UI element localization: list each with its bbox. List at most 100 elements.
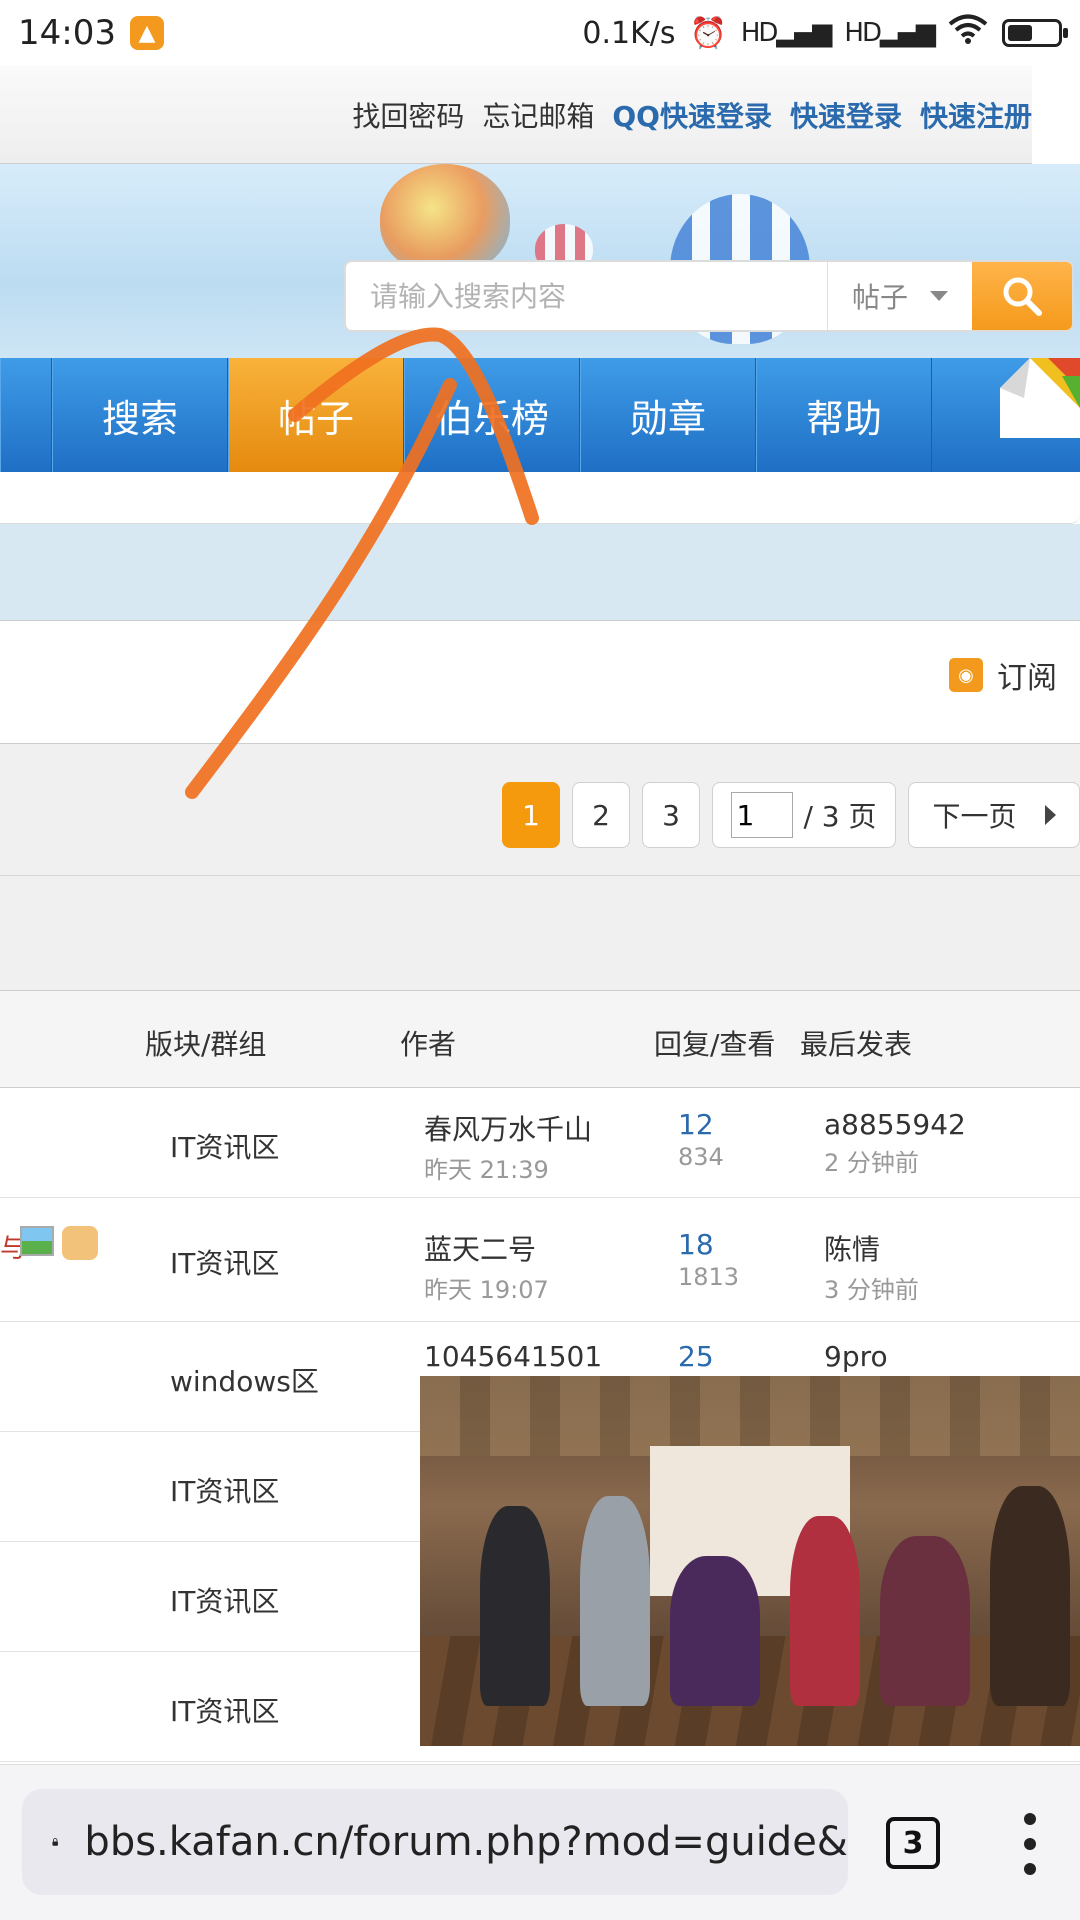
stats-cell: 18 1813: [678, 1228, 739, 1291]
signal-icon-1: HD▂▄▆: [740, 18, 833, 48]
lock-icon: [52, 1838, 58, 1846]
page-jump-input[interactable]: [731, 792, 794, 838]
author-cell: 蓝天二号昨天 19:07: [424, 1228, 549, 1305]
page-total: / 3 页: [803, 800, 877, 833]
last-post-cell: 陈情 3 分钟前: [824, 1228, 919, 1305]
dot-icon: [1024, 1863, 1036, 1875]
search-icon: [1003, 277, 1042, 316]
main-nav: 搜索 帖子 伯乐榜 勋章 帮助: [0, 358, 1080, 472]
more-menu-button[interactable]: [1014, 1813, 1046, 1875]
video-figure: [480, 1506, 550, 1706]
view-count: 834: [678, 1143, 724, 1171]
page-curl-icon[interactable]: [1000, 358, 1080, 438]
battery-icon: [1002, 19, 1068, 47]
reply-count[interactable]: 18: [678, 1228, 714, 1261]
reply-count[interactable]: 12: [678, 1108, 714, 1141]
nav-item-bole-rank[interactable]: 伯乐榜: [404, 358, 580, 472]
subscribe-link[interactable]: ◉ 订阅: [949, 653, 1057, 697]
thumbs-up-icon: [62, 1226, 98, 1260]
author-link[interactable]: 蓝天二号: [424, 1233, 536, 1266]
author-time: 昨天 19:07: [424, 1276, 549, 1304]
reply-count[interactable]: 25: [678, 1340, 714, 1373]
last-post-user[interactable]: 9pro: [824, 1340, 888, 1373]
network-speed: 0.1K/s: [582, 15, 676, 51]
forgot-email-link[interactable]: 忘记邮箱: [482, 95, 594, 135]
recover-password-link[interactable]: 找回密码: [352, 95, 464, 135]
nav-item-medals[interactable]: 勋章: [580, 358, 756, 472]
last-post-time[interactable]: 2 分钟前: [824, 1143, 966, 1178]
column-header-stats: 回复/查看: [654, 1028, 776, 1061]
page-1-button[interactable]: 1: [502, 782, 560, 848]
floating-video-player[interactable]: [420, 1376, 1080, 1746]
video-frame-canopy: [420, 1376, 1080, 1456]
forum-link[interactable]: IT资讯区: [170, 1580, 279, 1620]
address-bar[interactable]: bbs.kafan.cn/forum.php?mod=guide&: [22, 1789, 848, 1895]
nav-item-help[interactable]: 帮助: [756, 358, 932, 472]
search-box: 帖子: [344, 260, 1074, 332]
search-type-select[interactable]: 帖子: [827, 262, 972, 330]
status-bar: 14:03 ▲ 0.1K/s ⏰ HD▂▄▆ HD▂▄▆: [0, 0, 1080, 66]
search-type-value: 帖子: [851, 281, 908, 314]
video-figure: [880, 1536, 970, 1706]
status-indicators: 0.1K/s ⏰ HD▂▄▆ HD▂▄▆: [582, 13, 1068, 53]
rss-icon: ◉: [949, 658, 983, 692]
chevron-right-icon: [1044, 805, 1056, 825]
next-page-label: 下一页: [932, 800, 1017, 833]
quick-register-link[interactable]: 快速注册: [920, 95, 1032, 135]
author-link[interactable]: 春风万水千山: [424, 1113, 592, 1146]
quick-login-link[interactable]: 快速登录: [790, 95, 902, 135]
page-2-button[interactable]: 2: [572, 782, 630, 848]
page-3-button[interactable]: 3: [642, 782, 700, 848]
pagination-area: 1 2 3 / 3 页 下一页: [0, 744, 1080, 876]
nav-item-partial[interactable]: [0, 358, 52, 472]
search-input[interactable]: [346, 262, 827, 330]
page-jump: / 3 页: [712, 782, 896, 848]
video-figure: [990, 1486, 1070, 1706]
pagination: 1 2 3 / 3 页 下一页: [502, 782, 1080, 848]
video-figure: [790, 1516, 860, 1706]
battery-level: [1008, 25, 1033, 41]
dot-icon: [1024, 1813, 1036, 1825]
thread-attachment-icons: [20, 1226, 98, 1260]
stats-cell: 12 834: [678, 1108, 724, 1171]
forum-link[interactable]: IT资讯区: [170, 1126, 279, 1166]
dot-icon: [1024, 1838, 1036, 1850]
video-figure: [670, 1556, 760, 1706]
table-header: 版块/群组 作者 回复/查看 最后发表: [0, 990, 1080, 1088]
wifi-icon: [948, 13, 988, 53]
forum-link[interactable]: IT资讯区: [170, 1470, 279, 1510]
nav-subbar: [0, 472, 1080, 524]
author-cell: 春风万水千山昨天 21:39: [424, 1108, 592, 1185]
last-post-user[interactable]: 陈情: [824, 1233, 880, 1266]
tab-switcher-button[interactable]: 3: [886, 1817, 940, 1869]
forum-link[interactable]: IT资讯区: [170, 1242, 279, 1282]
subscribe-label: 订阅: [997, 661, 1057, 696]
column-header-author: 作者: [400, 1028, 457, 1061]
nav-item-search[interactable]: 搜索: [52, 358, 228, 472]
qq-login-link[interactable]: QQ快速登录: [612, 95, 772, 135]
last-post-time[interactable]: 3 分钟前: [824, 1270, 919, 1305]
url-text: bbs.kafan.cn/forum.php?mod=guide&: [84, 1819, 848, 1865]
author-link[interactable]: 1045641501: [424, 1340, 602, 1373]
table-toolbar-area: [0, 876, 1080, 990]
table-row[interactable]: IT资讯区 春风万水千山昨天 21:39 12 834 a8855942 2 分钟前: [0, 1088, 1080, 1198]
column-header-last: 最后发表: [800, 1028, 913, 1061]
vlc-cone-icon: ▲: [129, 16, 164, 50]
signal-icon-2: HD▂▄▆: [844, 18, 936, 48]
forum-link[interactable]: IT资讯区: [170, 1690, 279, 1730]
balloon-image: [380, 164, 510, 274]
last-post-user[interactable]: a8855942: [824, 1108, 966, 1141]
login-links-bar: 找回密码 忘记邮箱 QQ快速登录 快速登录 快速注册: [0, 66, 1032, 164]
chevron-down-icon: [930, 291, 948, 301]
status-time: 14:03: [18, 13, 116, 53]
forum-header-box: ◉ 订阅: [0, 620, 1080, 744]
background-strip: [0, 524, 1080, 620]
search-button[interactable]: [972, 262, 1072, 330]
nav-item-posts[interactable]: 帖子: [228, 358, 404, 472]
video-figure: [580, 1496, 650, 1706]
forum-link[interactable]: windows区: [170, 1360, 319, 1400]
author-time: 昨天 21:39: [424, 1156, 549, 1184]
next-page-button[interactable]: 下一页: [908, 782, 1080, 848]
alarm-icon: ⏰: [689, 15, 727, 51]
table-row[interactable]: 与 IT资讯区 蓝天二号 昨天 19:07 18 1813 陈情 3 分钟前: [0, 1198, 1080, 1322]
